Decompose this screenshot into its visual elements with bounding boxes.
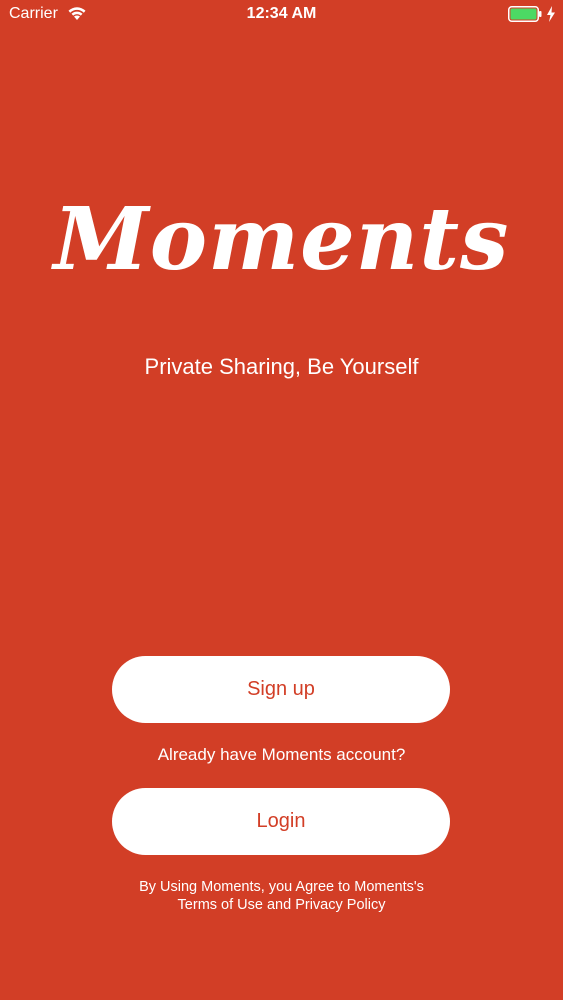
login-button[interactable]: Login bbox=[112, 788, 450, 855]
signup-button[interactable]: Sign up bbox=[112, 656, 450, 723]
status-bar: Carrier 12:34 AM bbox=[0, 0, 563, 30]
already-have-account-text: Already have Moments account? bbox=[157, 745, 406, 764]
bolt-icon bbox=[547, 6, 555, 22]
app-logo: Moments bbox=[53, 189, 510, 290]
battery-icon bbox=[508, 6, 542, 22]
tagline: Private Sharing, Be Yourself bbox=[144, 354, 419, 379]
clock-time: 12:34 AM bbox=[246, 5, 317, 22]
terms-privacy-link[interactable]: Terms of Use and Privacy Policy bbox=[0, 896, 563, 914]
legal-line-1: By Using Moments, you Agree to Moments's bbox=[139, 879, 424, 895]
legal-notice: By Using Moments, you Agree to Moments's… bbox=[0, 878, 563, 914]
